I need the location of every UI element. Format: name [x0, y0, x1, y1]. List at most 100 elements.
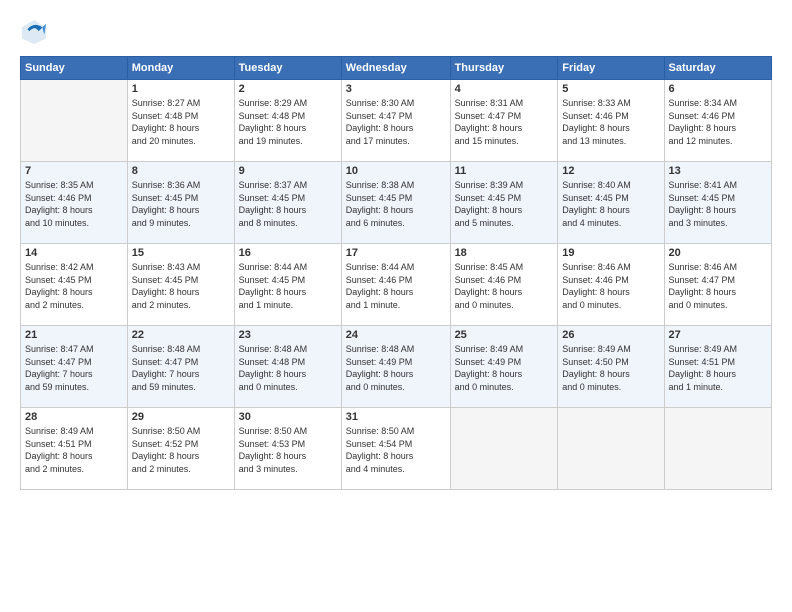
day-info: Sunrise: 8:48 AM Sunset: 4:49 PM Dayligh… — [346, 343, 446, 393]
day-number: 16 — [239, 247, 337, 259]
day-info: Sunrise: 8:37 AM Sunset: 4:45 PM Dayligh… — [239, 179, 337, 229]
day-info: Sunrise: 8:44 AM Sunset: 4:45 PM Dayligh… — [239, 261, 337, 311]
day-cell: 21 Sunrise: 8:47 AM Sunset: 4:47 PM Dayli… — [21, 326, 128, 408]
day-info: Sunrise: 8:46 AM Sunset: 4:46 PM Dayligh… — [562, 261, 659, 311]
day-number: 6 — [669, 83, 767, 95]
week-row-1: 1 Sunrise: 8:27 AM Sunset: 4:48 PM Daylig… — [21, 80, 772, 162]
col-header-tuesday: Tuesday — [234, 57, 341, 80]
week-row-4: 21 Sunrise: 8:47 AM Sunset: 4:47 PM Dayli… — [21, 326, 772, 408]
day-info: Sunrise: 8:48 AM Sunset: 4:47 PM Dayligh… — [132, 343, 230, 393]
day-info: Sunrise: 8:29 AM Sunset: 4:48 PM Dayligh… — [239, 97, 337, 147]
day-number: 25 — [455, 329, 554, 341]
day-number: 30 — [239, 411, 337, 423]
day-cell: 24 Sunrise: 8:48 AM Sunset: 4:49 PM Dayli… — [341, 326, 450, 408]
day-cell: 15 Sunrise: 8:43 AM Sunset: 4:45 PM Dayli… — [127, 244, 234, 326]
day-number: 21 — [25, 329, 123, 341]
day-number: 19 — [562, 247, 659, 259]
day-info: Sunrise: 8:49 AM Sunset: 4:49 PM Dayligh… — [455, 343, 554, 393]
day-cell: 5 Sunrise: 8:33 AM Sunset: 4:46 PM Daylig… — [558, 80, 664, 162]
col-header-monday: Monday — [127, 57, 234, 80]
logo-icon — [20, 18, 48, 46]
day-cell: 13 Sunrise: 8:41 AM Sunset: 4:45 PM Dayli… — [664, 162, 771, 244]
calendar-page: SundayMondayTuesdayWednesdayThursdayFrid… — [0, 0, 792, 612]
day-info: Sunrise: 8:38 AM Sunset: 4:45 PM Dayligh… — [346, 179, 446, 229]
col-header-thursday: Thursday — [450, 57, 558, 80]
logo — [20, 18, 52, 46]
day-cell: 31 Sunrise: 8:50 AM Sunset: 4:54 PM Dayli… — [341, 408, 450, 490]
day-cell: 14 Sunrise: 8:42 AM Sunset: 4:45 PM Dayli… — [21, 244, 128, 326]
day-number: 28 — [25, 411, 123, 423]
day-number: 8 — [132, 165, 230, 177]
day-info: Sunrise: 8:49 AM Sunset: 4:51 PM Dayligh… — [25, 425, 123, 475]
day-info: Sunrise: 8:50 AM Sunset: 4:52 PM Dayligh… — [132, 425, 230, 475]
day-cell: 12Sunrise: 8:40 AM Sunset: 4:45 PM Dayli… — [558, 162, 664, 244]
day-info: Sunrise: 8:49 AM Sunset: 4:51 PM Dayligh… — [669, 343, 767, 393]
day-cell: 10 Sunrise: 8:38 AM Sunset: 4:45 PM Dayli… — [341, 162, 450, 244]
day-info: Sunrise: 8:34 AM Sunset: 4:46 PM Dayligh… — [669, 97, 767, 147]
day-info: Sunrise: 8:46 AM Sunset: 4:47 PM Dayligh… — [669, 261, 767, 311]
day-cell: 18 Sunrise: 8:45 AM Sunset: 4:46 PM Dayli… — [450, 244, 558, 326]
day-info: Sunrise: 8:35 AM Sunset: 4:46 PM Dayligh… — [25, 179, 123, 229]
day-number: 18 — [455, 247, 554, 259]
day-cell: 19 Sunrise: 8:46 AM Sunset: 4:46 PM Dayli… — [558, 244, 664, 326]
day-number: 2 — [239, 83, 337, 95]
day-cell: 25 Sunrise: 8:49 AM Sunset: 4:49 PM Dayli… — [450, 326, 558, 408]
day-number: 9 — [239, 165, 337, 177]
day-info: Sunrise: 8:48 AM Sunset: 4:48 PM Dayligh… — [239, 343, 337, 393]
day-info: Sunrise: 8:33 AM Sunset: 4:46 PM Dayligh… — [562, 97, 659, 147]
calendar-table: SundayMondayTuesdayWednesdayThursdayFrid… — [20, 56, 772, 490]
header-row: SundayMondayTuesdayWednesdayThursdayFrid… — [21, 57, 772, 80]
col-header-friday: Friday — [558, 57, 664, 80]
week-row-3: 14 Sunrise: 8:42 AM Sunset: 4:45 PM Dayli… — [21, 244, 772, 326]
day-info: Sunrise: 8:49 AM Sunset: 4:50 PM Dayligh… — [562, 343, 659, 393]
day-number: 14 — [25, 247, 123, 259]
day-number: 13 — [669, 165, 767, 177]
day-info: Sunrise: 8:47 AM Sunset: 4:47 PM Dayligh… — [25, 343, 123, 393]
day-cell — [558, 408, 664, 490]
day-info: Sunrise: 8:50 AM Sunset: 4:54 PM Dayligh… — [346, 425, 446, 475]
day-number: 15 — [132, 247, 230, 259]
day-info: Sunrise: 8:36 AM Sunset: 4:45 PM Dayligh… — [132, 179, 230, 229]
day-cell — [21, 80, 128, 162]
week-row-2: 7Sunrise: 8:35 AM Sunset: 4:46 PM Daylig… — [21, 162, 772, 244]
day-cell: 3 Sunrise: 8:30 AM Sunset: 4:47 PM Daylig… — [341, 80, 450, 162]
day-number: 17 — [346, 247, 446, 259]
day-cell: 27 Sunrise: 8:49 AM Sunset: 4:51 PM Dayli… — [664, 326, 771, 408]
day-number: 24 — [346, 329, 446, 341]
day-info: Sunrise: 8:45 AM Sunset: 4:46 PM Dayligh… — [455, 261, 554, 311]
day-info: Sunrise: 8:50 AM Sunset: 4:53 PM Dayligh… — [239, 425, 337, 475]
day-cell: 17Sunrise: 8:44 AM Sunset: 4:46 PM Dayli… — [341, 244, 450, 326]
day-cell: 28 Sunrise: 8:49 AM Sunset: 4:51 PM Dayli… — [21, 408, 128, 490]
day-number: 22 — [132, 329, 230, 341]
day-cell: 22 Sunrise: 8:48 AM Sunset: 4:47 PM Dayli… — [127, 326, 234, 408]
day-number: 3 — [346, 83, 446, 95]
day-number: 23 — [239, 329, 337, 341]
day-info: Sunrise: 8:30 AM Sunset: 4:47 PM Dayligh… — [346, 97, 446, 147]
day-cell: 29Sunrise: 8:50 AM Sunset: 4:52 PM Dayli… — [127, 408, 234, 490]
day-cell: 11Sunrise: 8:39 AM Sunset: 4:45 PM Dayli… — [450, 162, 558, 244]
day-cell: 8 Sunrise: 8:36 AM Sunset: 4:45 PM Daylig… — [127, 162, 234, 244]
day-cell: 20 Sunrise: 8:46 AM Sunset: 4:47 PM Dayli… — [664, 244, 771, 326]
day-number: 5 — [562, 83, 659, 95]
day-cell: 26Sunrise: 8:49 AM Sunset: 4:50 PM Dayli… — [558, 326, 664, 408]
week-row-5: 28 Sunrise: 8:49 AM Sunset: 4:51 PM Dayli… — [21, 408, 772, 490]
day-number: 10 — [346, 165, 446, 177]
day-cell — [664, 408, 771, 490]
day-info: Sunrise: 8:27 AM Sunset: 4:48 PM Dayligh… — [132, 97, 230, 147]
day-cell: 6 Sunrise: 8:34 AM Sunset: 4:46 PM Daylig… — [664, 80, 771, 162]
day-number: 1 — [132, 83, 230, 95]
day-cell: 16 Sunrise: 8:44 AM Sunset: 4:45 PM Dayli… — [234, 244, 341, 326]
day-info: Sunrise: 8:41 AM Sunset: 4:45 PM Dayligh… — [669, 179, 767, 229]
day-cell: 1 Sunrise: 8:27 AM Sunset: 4:48 PM Daylig… — [127, 80, 234, 162]
day-info: Sunrise: 8:43 AM Sunset: 4:45 PM Dayligh… — [132, 261, 230, 311]
day-number: 4 — [455, 83, 554, 95]
day-number: 11 — [455, 165, 554, 177]
day-number: 20 — [669, 247, 767, 259]
day-number: 31 — [346, 411, 446, 423]
day-info: Sunrise: 8:42 AM Sunset: 4:45 PM Dayligh… — [25, 261, 123, 311]
col-header-sunday: Sunday — [21, 57, 128, 80]
day-cell: 30 Sunrise: 8:50 AM Sunset: 4:53 PM Dayli… — [234, 408, 341, 490]
day-cell: 2 Sunrise: 8:29 AM Sunset: 4:48 PM Daylig… — [234, 80, 341, 162]
day-number: 27 — [669, 329, 767, 341]
day-cell — [450, 408, 558, 490]
